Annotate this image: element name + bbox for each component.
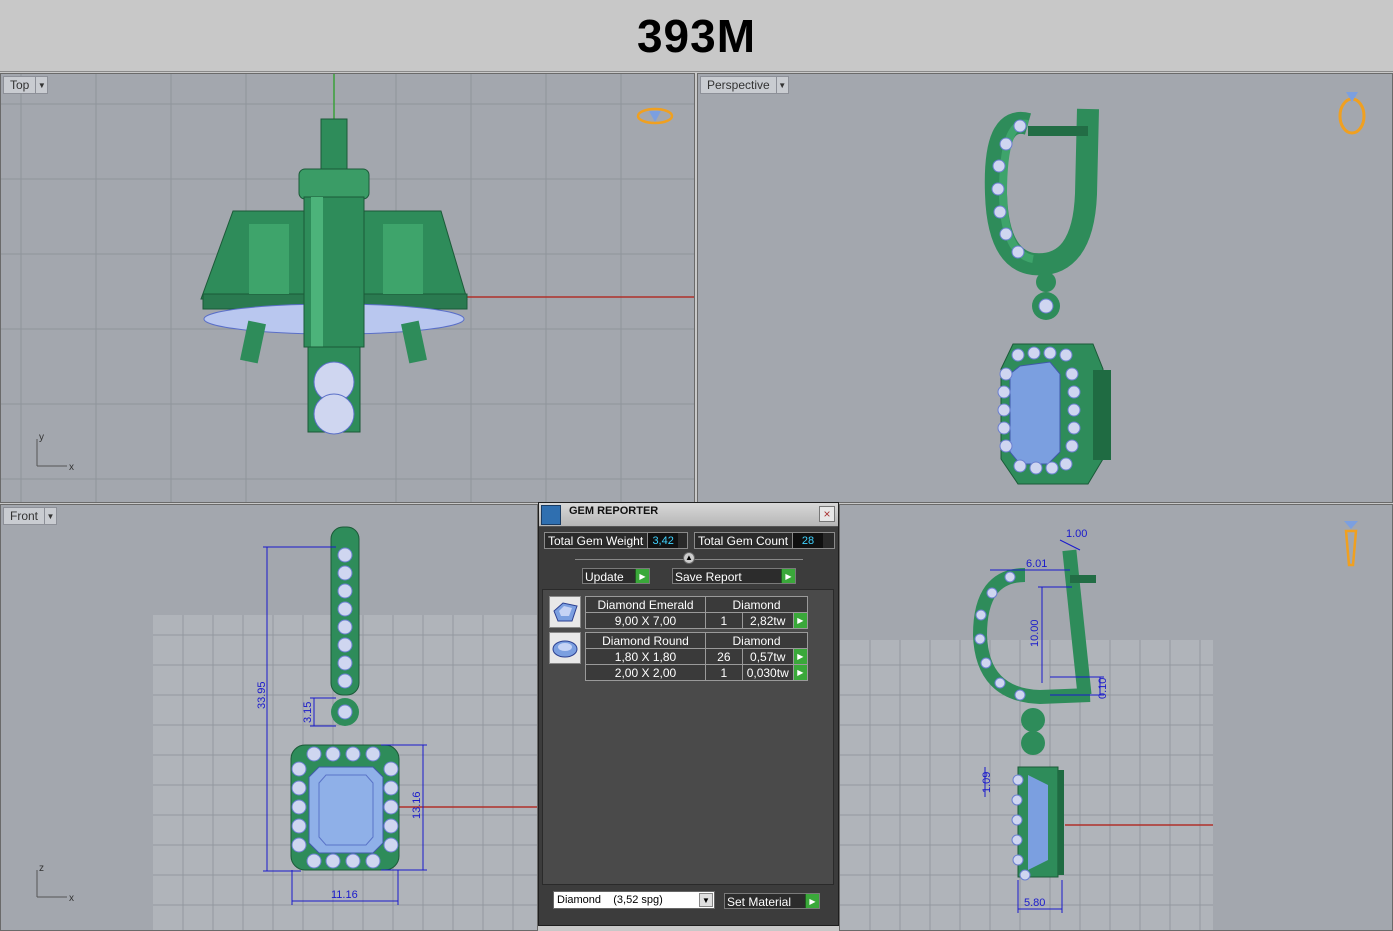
viewport-top[interactable]: x y Top ▼ [0,73,695,503]
play-icon: ▶ [635,569,649,583]
total-gem-count-value: 28 [793,533,824,548]
model-title: 393M [636,9,757,62]
top-view-scene: x y [1,74,694,502]
dim-top-thickness: 1.00 [1066,528,1087,540]
front-view-scene: 33.95 3.15 13.16 11.16 x z [36,526,537,930]
gem-group-name: Diamond Emerald [585,596,706,613]
emerald-cut-gem-icon [549,596,581,628]
set-material-button[interactable]: Set Material ▶ [724,893,820,909]
total-gem-weight: Total Gem Weight 3,42 [544,532,688,549]
table-row[interactable]: 2,00 X 2,00 1 0,030tw ▶ [585,664,809,681]
dim-hook-width: 6.01 [1026,558,1047,570]
collapse-toggle-icon[interactable]: ▲ [683,552,695,564]
dim-hook-height: 10.00 [1029,619,1041,647]
viewport-perspective[interactable]: Perspective ▼ [697,73,1393,503]
gem-group-material: Diamond [705,596,808,613]
play-icon: ▶ [805,894,819,908]
viewport-front[interactable]: 33.95 3.15 13.16 11.16 x z Front ▼ [0,504,538,931]
earring-view-icon [1344,521,1358,529]
chevron-down-icon[interactable]: ▼ [35,77,47,93]
gem-group-name: Diamond Round [585,632,706,649]
dim-bottom-width: 5.80 [1024,897,1045,909]
dim-gap: 0.10 [1097,678,1109,699]
gem-reporter-logo-icon [541,505,561,525]
save-report-button[interactable]: Save Report ▶ [672,568,796,584]
update-button[interactable]: Update ▶ [582,568,650,584]
title-bar: 393M [0,0,1393,72]
close-icon[interactable]: × [819,506,835,522]
gem-reporter-header[interactable]: GEM REPORTER × [539,503,838,527]
select-gem-button[interactable]: ▶ [792,648,809,665]
table-row[interactable]: 1,80 X 1,80 26 0,57tw ▶ [585,648,809,665]
chevron-down-icon[interactable]: ▼ [699,893,713,907]
chevron-down-icon[interactable]: ▼ [44,508,56,524]
gem-reporter-panel[interactable]: GEM REPORTER × Total Gem Weight 3,42 Tot… [538,502,839,926]
select-gem-button[interactable]: ▶ [792,612,809,629]
viewport-front-label[interactable]: Front ▼ [3,507,58,525]
dim-stone-width: 11.16 [331,889,358,901]
dim-height-total: 33.95 [256,681,268,709]
dim-loop: 3.15 [302,702,314,723]
front-axis-z: z [39,863,44,874]
viewport-top-label[interactable]: Top ▼ [3,76,49,94]
chevron-down-icon[interactable]: ▼ [775,77,788,93]
select-gem-button[interactable]: ▶ [792,664,809,681]
gem-group-emerald: Diamond Emerald Diamond 9,00 X 7,00 1 2,… [585,596,809,629]
table-row[interactable]: 9,00 X 7,00 1 2,82tw ▶ [585,612,809,629]
round-gem-icon [549,632,581,664]
play-icon: ▶ [781,569,795,583]
right-view-scene: 1.00 6.01 10.00 0.10 1.09 5.80 [840,521,1358,930]
total-gem-count: Total Gem Count 28 [694,532,835,549]
viewport-right[interactable]: 1.00 6.01 10.00 0.10 1.09 5.80 [839,504,1393,931]
dim-stone-height: 13.16 [411,791,423,819]
viewport-perspective-label[interactable]: Perspective ▼ [700,76,789,94]
gem-group-round: Diamond Round Diamond 1,80 X 1,80 26 0,5… [585,632,809,681]
ring-perspective-icon [1338,97,1366,135]
gem-group-material: Diamond [705,632,808,649]
front-axis-x: x [69,893,74,904]
gem-list: Diamond Emerald Diamond 9,00 X 7,00 1 2,… [542,589,834,885]
dim-stone-depth: 1.09 [981,772,993,793]
top-axis-x: x [69,462,74,473]
total-gem-weight-value: 3,42 [648,533,679,548]
perspective-scene [984,92,1366,485]
material-select[interactable]: Diamond (3,52 spg) ▼ [553,891,715,909]
top-axis-y: y [39,432,44,443]
gem-reporter-title: GEM REPORTER [569,505,659,517]
